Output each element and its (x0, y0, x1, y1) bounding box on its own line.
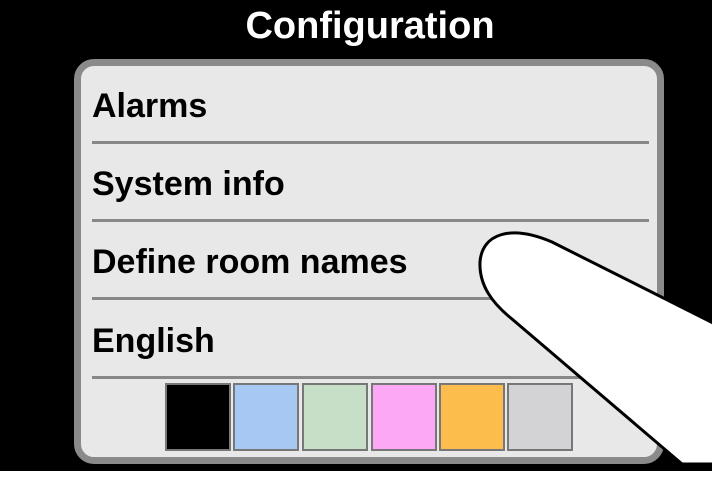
menu-item-system-info[interactable]: System info (92, 148, 652, 220)
swatch-light-green[interactable] (302, 383, 368, 451)
swatch-pink[interactable] (371, 383, 437, 451)
menu-divider (92, 219, 649, 222)
swatch-light-blue[interactable] (233, 383, 299, 451)
swatch-black[interactable] (165, 383, 231, 451)
swatch-light-gray[interactable] (507, 383, 573, 451)
page-title: Configuration (245, 5, 495, 47)
device-screen: Configuration Alarms System info Define … (0, 0, 727, 483)
configuration-menu: Alarms System info Define room names Eng… (74, 59, 664, 464)
screen-frame-edge (712, 0, 727, 483)
menu-divider (92, 141, 649, 144)
menu-item-language-english[interactable]: English (92, 305, 652, 377)
swatch-orange[interactable] (439, 383, 505, 451)
screen-frame-edge (0, 471, 727, 483)
menu-divider (92, 376, 649, 379)
menu-divider (92, 297, 649, 300)
menu-item-alarms[interactable]: Alarms (92, 70, 652, 142)
menu-item-define-room-names[interactable]: Define room names (92, 226, 652, 298)
